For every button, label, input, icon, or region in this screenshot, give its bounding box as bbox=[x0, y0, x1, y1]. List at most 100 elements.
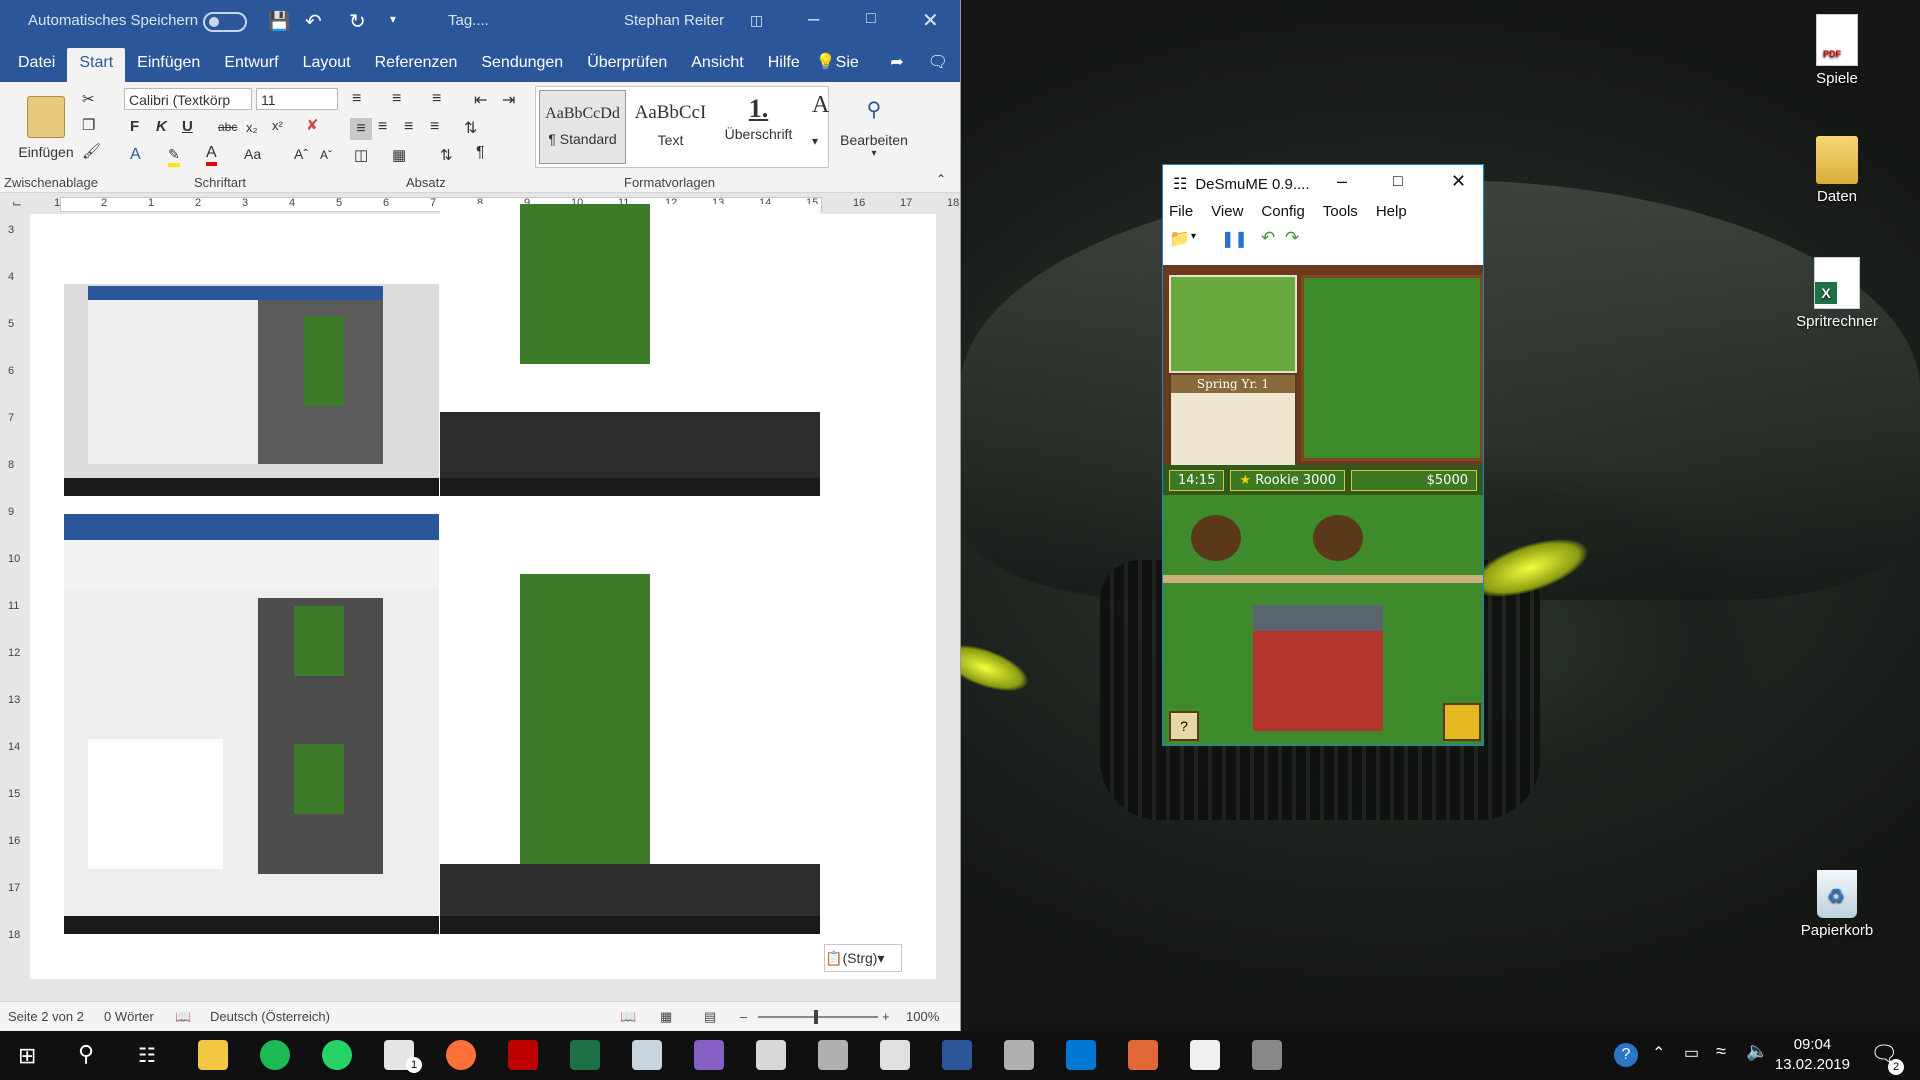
comments-icon[interactable]: 🗨 bbox=[916, 48, 960, 82]
rotate-right-icon[interactable]: ↷ bbox=[1285, 228, 1299, 248]
zoom-in-icon[interactable]: + bbox=[882, 1009, 890, 1024]
autosave-toggle[interactable] bbox=[203, 12, 247, 32]
menu-view[interactable]: View bbox=[1211, 203, 1243, 225]
clock[interactable]: 09:04 13.02.2019 bbox=[1775, 1035, 1850, 1075]
close-icon[interactable]: ✕ bbox=[922, 8, 939, 33]
bullets-icon[interactable]: ≡ bbox=[352, 90, 361, 108]
rotate-left-icon[interactable]: ↶ bbox=[1261, 228, 1275, 248]
start-icon[interactable]: ⊞ bbox=[18, 1043, 36, 1069]
unity-icon[interactable] bbox=[1190, 1040, 1220, 1070]
decrease-indent-icon[interactable]: ⇤ bbox=[474, 90, 487, 110]
justify-button[interactable]: ≡ bbox=[430, 118, 439, 136]
style-standard[interactable]: AaBbCcDd ¶ Standard bbox=[539, 90, 626, 164]
tab-ueberpruefen[interactable]: Überprüfen bbox=[575, 48, 679, 82]
file-explorer-icon[interactable] bbox=[198, 1040, 228, 1070]
align-left-button[interactable]: ≡ bbox=[350, 118, 372, 140]
app-icon[interactable] bbox=[1004, 1040, 1034, 1070]
change-case-icon[interactable]: Aa bbox=[244, 146, 261, 162]
menu-config[interactable]: Config bbox=[1261, 203, 1304, 225]
wifi-icon[interactable]: ≈ bbox=[1716, 1041, 1726, 1062]
visual-studio-icon[interactable] bbox=[694, 1040, 724, 1070]
close-icon[interactable]: ✕ bbox=[1451, 171, 1466, 192]
whatsapp-icon[interactable] bbox=[322, 1040, 352, 1070]
zoom-out-icon[interactable]: – bbox=[740, 1009, 747, 1024]
task-view-icon[interactable]: ☷ bbox=[138, 1043, 156, 1068]
tab-layout[interactable]: Layout bbox=[291, 48, 363, 82]
maximize-icon[interactable]: □ bbox=[1393, 173, 1403, 191]
word-icon[interactable] bbox=[942, 1040, 972, 1070]
excel-icon[interactable] bbox=[570, 1040, 600, 1070]
chevron-down-icon[interactable]: ▾ bbox=[1191, 231, 1196, 242]
styles-more-icon[interactable]: ▾ bbox=[812, 134, 818, 148]
read-mode-icon[interactable]: 📖 bbox=[620, 1009, 636, 1025]
calculator-icon[interactable] bbox=[880, 1040, 910, 1070]
proofing-icon[interactable]: 📖 bbox=[175, 1009, 191, 1025]
filezilla-icon[interactable] bbox=[508, 1040, 538, 1070]
font-color-icon[interactable]: A bbox=[206, 144, 217, 166]
tab-sendungen[interactable]: Sendungen bbox=[469, 48, 575, 82]
maximize-icon[interactable]: □ bbox=[866, 10, 876, 28]
superscript-button[interactable]: x² bbox=[272, 118, 283, 133]
show-hidden-icons-icon[interactable]: ⌃ bbox=[1652, 1043, 1665, 1063]
pause-icon[interactable]: ❚❚ bbox=[1221, 229, 1248, 249]
desktop-icon-spritrechner[interactable]: X Spritrechner bbox=[1792, 257, 1882, 330]
italic-button[interactable]: K bbox=[156, 118, 167, 135]
word-count[interactable]: 0 Wörter bbox=[104, 1009, 154, 1024]
align-right-button[interactable]: ≡ bbox=[404, 118, 413, 136]
tab-entwurf[interactable]: Entwurf bbox=[212, 48, 290, 82]
tab-selector-icon[interactable]: ⌙ bbox=[12, 196, 22, 210]
ds-screen[interactable]: Spring Yr. 1 14:15 ★ Rookie 3000 $5000 ? bbox=[1163, 265, 1483, 745]
document-page[interactable]: 📋(Strg)▾ bbox=[30, 204, 936, 979]
menu-tools[interactable]: Tools bbox=[1323, 203, 1358, 225]
zoom-level[interactable]: 100% bbox=[906, 1009, 939, 1024]
matlab-icon[interactable] bbox=[1128, 1040, 1158, 1070]
font-name-dropdown[interactable]: Calibri (Textkörp bbox=[124, 88, 252, 110]
underline-button[interactable]: U bbox=[182, 118, 193, 135]
format-painter-icon[interactable]: 🖌 bbox=[82, 142, 101, 160]
paste-button[interactable]: Einfügen bbox=[14, 88, 78, 168]
tab-hilfe[interactable]: Hilfe bbox=[756, 48, 812, 82]
zoom-slider[interactable] bbox=[758, 1010, 878, 1024]
font-size-dropdown[interactable]: 11 bbox=[256, 88, 338, 110]
tab-referenzen[interactable]: Referenzen bbox=[363, 48, 470, 82]
search-icon[interactable]: ⚲ bbox=[78, 1041, 94, 1067]
customize-qat-icon[interactable]: ▾ bbox=[390, 12, 396, 26]
volume-icon[interactable]: 🔈 bbox=[1746, 1041, 1768, 1062]
help-icon[interactable]: ? bbox=[1614, 1043, 1638, 1067]
language[interactable]: Deutsch (Österreich) bbox=[210, 1009, 330, 1024]
web-layout-icon[interactable]: ▤ bbox=[704, 1009, 716, 1025]
tab-datei[interactable]: Datei bbox=[6, 48, 67, 82]
align-center-button[interactable]: ≡ bbox=[378, 118, 387, 136]
text-effects-icon[interactable]: A bbox=[130, 146, 141, 164]
show-formatting-icon[interactable]: ¶ bbox=[476, 144, 485, 162]
save-icon[interactable]: 💾 bbox=[268, 11, 290, 32]
minimize-icon[interactable]: – bbox=[808, 8, 819, 31]
numbering-icon[interactable]: ≡ bbox=[392, 90, 401, 108]
app-icon[interactable] bbox=[818, 1040, 848, 1070]
tab-einfuegen[interactable]: Einfügen bbox=[125, 48, 212, 82]
highlight-icon[interactable]: ✎ bbox=[168, 146, 180, 167]
cut-icon[interactable]: ✂ bbox=[82, 90, 95, 108]
minimize-icon[interactable]: – bbox=[1337, 171, 1347, 192]
battery-icon[interactable]: ▭ bbox=[1684, 1043, 1699, 1063]
paste-options-button[interactable]: 📋(Strg)▾ bbox=[824, 944, 902, 972]
undo-icon[interactable]: ↶ bbox=[305, 9, 322, 34]
style-heading[interactable]: 1. Überschrift bbox=[716, 90, 801, 162]
vscode-icon[interactable] bbox=[1066, 1040, 1096, 1070]
shrink-font-icon[interactable]: Aˇ bbox=[320, 148, 332, 162]
steam-icon[interactable] bbox=[632, 1040, 662, 1070]
grow-font-icon[interactable]: Aˆ bbox=[294, 146, 308, 162]
collapse-ribbon-icon[interactable]: ⌃ bbox=[936, 172, 946, 186]
tab-ansicht[interactable]: Ansicht bbox=[679, 48, 755, 82]
copy-icon[interactable]: ❐ bbox=[82, 116, 95, 134]
desktop-icon-daten[interactable]: Daten bbox=[1792, 136, 1882, 205]
borders-icon[interactable]: ▦ bbox=[392, 146, 406, 164]
desmume-icon[interactable] bbox=[1252, 1040, 1282, 1070]
multilevel-list-icon[interactable]: ≡ bbox=[432, 90, 441, 108]
line-spacing-icon[interactable]: ⇅ bbox=[464, 118, 477, 138]
clear-formatting-icon[interactable]: ✘ bbox=[306, 116, 319, 134]
menu-file[interactable]: File bbox=[1169, 203, 1193, 225]
firefox-icon[interactable] bbox=[446, 1040, 476, 1070]
desktop-icon-papierkorb[interactable]: ♻ Papierkorb bbox=[1792, 870, 1882, 939]
print-layout-icon[interactable]: ▦ bbox=[660, 1009, 672, 1025]
